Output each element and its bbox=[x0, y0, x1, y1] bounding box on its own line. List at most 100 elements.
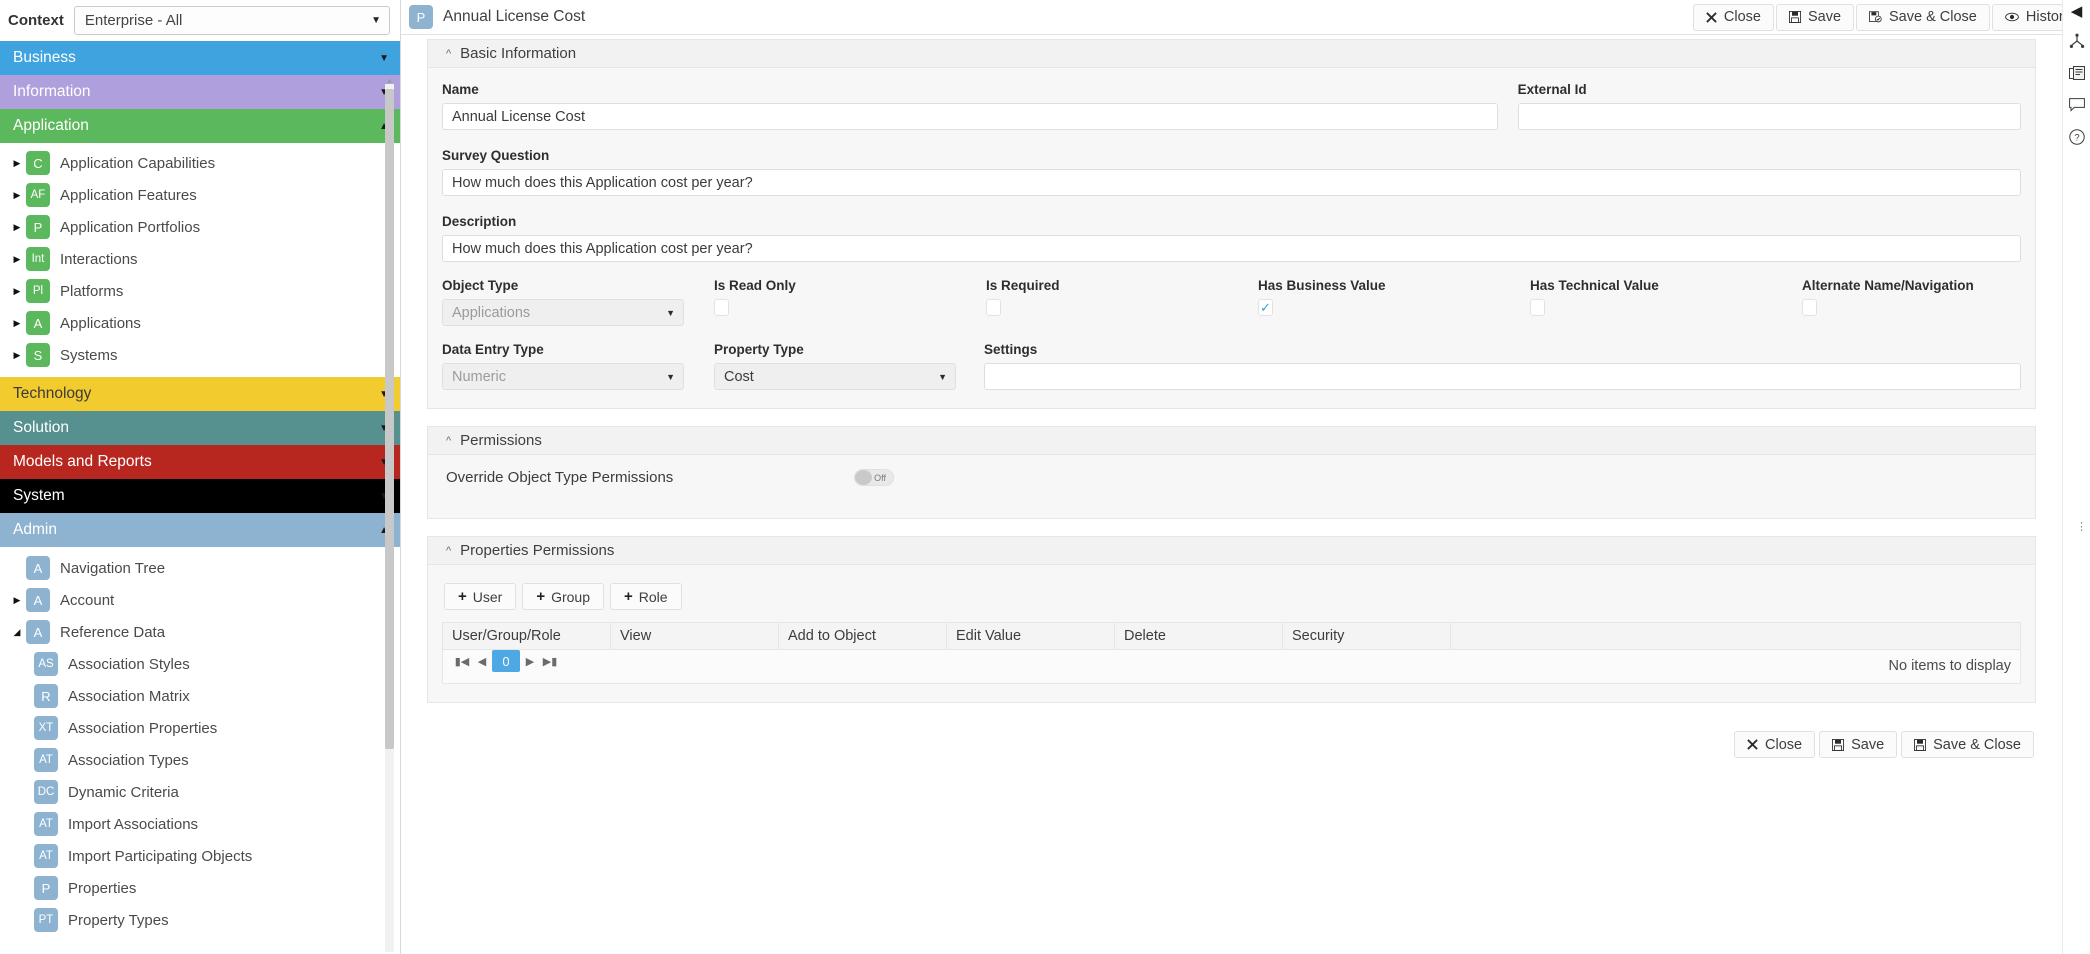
sidebar-item-label: Navigation Tree bbox=[60, 559, 166, 577]
expand-arrow-icon[interactable]: ▶ bbox=[8, 254, 26, 265]
sidebar-item-property-types[interactable]: PT Property Types bbox=[0, 904, 400, 936]
sidebar-item-application-capabilities[interactable]: ▶ C Application Capabilities bbox=[0, 147, 400, 179]
property-type-select[interactable]: Cost ▼ bbox=[714, 363, 956, 390]
object-type-label: Object Type bbox=[442, 278, 519, 293]
sidebar-item-association-matrix[interactable]: R Association Matrix bbox=[0, 680, 400, 712]
expand-arrow-icon[interactable]: ▶ bbox=[8, 318, 26, 329]
has-business-value-checkbox[interactable]: ✓ bbox=[1258, 299, 1273, 316]
pager-next-button[interactable]: ▶ bbox=[520, 650, 540, 672]
item-type-badge: DC bbox=[34, 780, 58, 804]
nav-group-admin[interactable]: Admin▲ bbox=[0, 513, 400, 547]
pager-first-button[interactable]: ▮◀ bbox=[452, 650, 472, 672]
nav-group-system[interactable]: System▼ bbox=[0, 479, 400, 513]
column-header-edit-value[interactable]: Edit Value bbox=[946, 622, 1115, 650]
item-type-badge: S bbox=[26, 343, 50, 367]
save-button[interactable]: Save bbox=[1775, 3, 1855, 31]
permissions-header[interactable]: ^ Permissions bbox=[428, 427, 2035, 455]
settings-input[interactable] bbox=[984, 363, 2021, 390]
help-icon[interactable]: ? bbox=[2067, 127, 2087, 147]
has-business-value-field: Has Business Value ✓ bbox=[1258, 278, 1530, 326]
nav-group-solution[interactable]: Solution▼ bbox=[0, 411, 400, 445]
name-label: Name bbox=[442, 82, 479, 97]
sidebar-item-navigation-tree[interactable]: A Navigation Tree bbox=[0, 552, 400, 584]
sidebar-scrollbar-thumb[interactable] bbox=[385, 89, 394, 749]
chevron-down-icon: ▼ bbox=[666, 371, 675, 382]
sidebar-item-import-participating-objects[interactable]: AT Import Participating Objects bbox=[0, 840, 400, 872]
sidebar-item-reference-data[interactable]: ◢ A Reference Data bbox=[0, 616, 400, 648]
comment-icon[interactable] bbox=[2067, 95, 2087, 115]
hierarchy-icon[interactable] bbox=[2067, 31, 2087, 51]
column-header-blank[interactable] bbox=[1450, 622, 2021, 650]
footer-save-and-close-button[interactable]: Save & Close bbox=[1901, 731, 2034, 758]
plus-icon: + bbox=[458, 588, 467, 605]
column-header-delete[interactable]: Delete bbox=[1114, 622, 1283, 650]
close-icon bbox=[1747, 739, 1758, 750]
item-type-badge: R bbox=[34, 684, 58, 708]
nav-group-label: Information bbox=[13, 83, 91, 100]
column-header-user-group-role[interactable]: User/Group/Role bbox=[442, 622, 611, 650]
sidebar-item-import-associations[interactable]: AT Import Associations bbox=[0, 808, 400, 840]
footer-close-button[interactable]: Close bbox=[1734, 731, 1816, 758]
save-button-label: Save bbox=[1807, 9, 1842, 25]
sidebar-item-application-portfolios[interactable]: ▶ P Application Portfolios bbox=[0, 211, 400, 243]
nav-group-models-and-reports[interactable]: Models and Reports▼ bbox=[0, 445, 400, 479]
column-header-security[interactable]: Security bbox=[1282, 622, 1451, 650]
item-type-badge: P bbox=[34, 876, 58, 900]
sidebar-item-application-features[interactable]: ▶ AF Application Features bbox=[0, 179, 400, 211]
alternate-name-checkbox[interactable] bbox=[1802, 299, 1817, 316]
add-group-button[interactable]: + Group bbox=[522, 583, 605, 610]
expand-arrow-icon[interactable]: ▶ bbox=[8, 286, 26, 297]
pager-prev-button[interactable]: ◀ bbox=[472, 650, 492, 672]
save-and-close-button[interactable]: Save & Close bbox=[1856, 3, 1990, 31]
sidebar-item-account[interactable]: ▶ A Account bbox=[0, 584, 400, 616]
sidebar-item-applications[interactable]: ▶ A Applications bbox=[0, 307, 400, 339]
types-row: Data Entry Type Numeric ▼ Property Type … bbox=[442, 342, 2021, 390]
sidebar-item-association-styles[interactable]: AS Association Styles bbox=[0, 648, 400, 680]
nav-group-application[interactable]: Application▲ bbox=[0, 109, 400, 143]
notes-icon[interactable] bbox=[2067, 63, 2087, 83]
sidebar-item-association-properties[interactable]: XT Association Properties bbox=[0, 712, 400, 744]
nav-group-technology[interactable]: Technology▼ bbox=[0, 377, 400, 411]
is-read-only-checkbox[interactable] bbox=[714, 299, 729, 316]
nav-group-information[interactable]: Information▼ bbox=[0, 75, 400, 109]
name-input[interactable]: Annual License Cost bbox=[442, 103, 1498, 130]
external-id-input[interactable] bbox=[1517, 103, 2021, 130]
sidebar-item-systems[interactable]: ▶ S Systems bbox=[0, 339, 400, 371]
close-button[interactable]: Close bbox=[1692, 3, 1774, 31]
override-permissions-toggle[interactable]: Off bbox=[854, 469, 894, 486]
sidebar-item-association-types[interactable]: AT Association Types bbox=[0, 744, 400, 776]
object-type-select[interactable]: Applications ▼ bbox=[442, 299, 684, 326]
has-technical-value-checkbox[interactable] bbox=[1530, 299, 1545, 316]
expand-arrow-icon[interactable]: ▶ bbox=[8, 158, 26, 169]
right-rail: ◀ ? ⋮ bbox=[2062, 0, 2090, 954]
column-header-view[interactable]: View bbox=[610, 622, 779, 650]
collapse-panel-icon[interactable]: ◀ bbox=[2071, 4, 2083, 19]
sidebar-item-dynamic-criteria[interactable]: DC Dynamic Criteria bbox=[0, 776, 400, 808]
sidebar-item-interactions[interactable]: ▶ Int Interactions bbox=[0, 243, 400, 275]
description-input[interactable]: How much does this Application cost per … bbox=[442, 235, 2021, 262]
expand-arrow-icon[interactable]: ▶ bbox=[8, 222, 26, 233]
is-required-checkbox[interactable] bbox=[986, 299, 1001, 316]
pager-last-button[interactable]: ▶▮ bbox=[540, 650, 560, 672]
flags-row: Object Type Applications ▼ Is Read Only … bbox=[442, 278, 2021, 326]
expand-arrow-icon[interactable]: ▶ bbox=[8, 350, 26, 361]
column-header-add-to-object[interactable]: Add to Object bbox=[778, 622, 947, 650]
nav-group-business[interactable]: Business ▼ bbox=[0, 41, 400, 75]
sidebar-item-properties[interactable]: P Properties bbox=[0, 872, 400, 904]
add-role-button[interactable]: + Role bbox=[610, 583, 682, 610]
data-entry-type-select[interactable]: Numeric ▼ bbox=[442, 363, 684, 390]
sidebar-item-label: Import Associations bbox=[68, 815, 199, 833]
add-user-button[interactable]: + User bbox=[444, 583, 517, 610]
pager-page-number[interactable]: 0 bbox=[492, 650, 520, 672]
rail-resize-handle[interactable]: ⋮ bbox=[2076, 520, 2087, 533]
basic-information-header[interactable]: ^ Basic Information bbox=[428, 40, 2035, 68]
expand-arrow-icon[interactable]: ▶ bbox=[8, 595, 26, 606]
expand-arrow-open-icon[interactable]: ◢ bbox=[8, 627, 26, 638]
sidebar-item-platforms[interactable]: ▶ Pl Platforms bbox=[0, 275, 400, 307]
footer-save-button[interactable]: Save bbox=[1819, 731, 1898, 758]
expand-arrow-icon[interactable]: ▶ bbox=[8, 190, 26, 201]
item-type-badge: Pl bbox=[26, 279, 50, 303]
context-select[interactable]: Enterprise - All ▼ bbox=[73, 6, 390, 35]
properties-permissions-header[interactable]: ^ Properties Permissions bbox=[428, 537, 2035, 565]
survey-question-input[interactable]: How much does this Application cost per … bbox=[442, 169, 2021, 196]
